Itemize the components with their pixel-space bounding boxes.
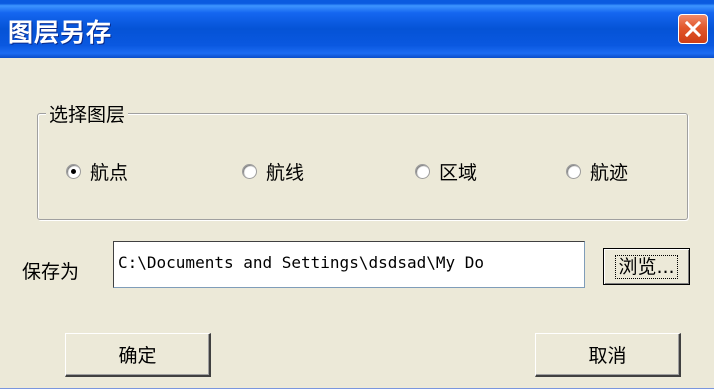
radio-circle[interactable] bbox=[242, 163, 257, 179]
ok-button[interactable]: 确定 bbox=[65, 333, 211, 377]
layer-group-legend: 选择图层 bbox=[46, 100, 129, 127]
title-bar[interactable]: 图层另存 bbox=[0, 0, 714, 58]
cancel-button[interactable]: 取消 bbox=[535, 333, 681, 377]
radio-label: 航点 bbox=[90, 161, 129, 184]
radio-label: 航迹 bbox=[590, 161, 629, 184]
cancel-button-label: 取消 bbox=[588, 345, 627, 367]
close-icon bbox=[685, 21, 701, 37]
save-path-input[interactable]: C:\Documents and Settings\dsdsad\My Do bbox=[113, 241, 585, 288]
close-button[interactable] bbox=[678, 14, 708, 44]
radio-circle[interactable] bbox=[415, 163, 430, 179]
radio-circle[interactable] bbox=[566, 163, 581, 179]
radio-circle[interactable] bbox=[66, 163, 81, 179]
radio-waypoint[interactable]: 航点 bbox=[66, 159, 129, 184]
radio-track[interactable]: 航迹 bbox=[566, 159, 629, 184]
browse-button-label: 浏览... bbox=[615, 254, 678, 279]
radio-label: 航线 bbox=[266, 161, 305, 184]
radio-area[interactable]: 区域 bbox=[415, 159, 478, 184]
window-title: 图层另存 bbox=[8, 18, 113, 47]
browse-button[interactable]: 浏览... bbox=[603, 248, 690, 285]
radio-route[interactable]: 航线 bbox=[242, 159, 305, 184]
save-layer-dialog: 图层另存 选择图层 航点 航线 区域 航迹 保存为 C:\Documents a… bbox=[0, 0, 714, 389]
ok-button-label: 确定 bbox=[118, 345, 157, 367]
save-as-label: 保存为 bbox=[22, 261, 80, 283]
radio-label: 区域 bbox=[439, 161, 478, 184]
